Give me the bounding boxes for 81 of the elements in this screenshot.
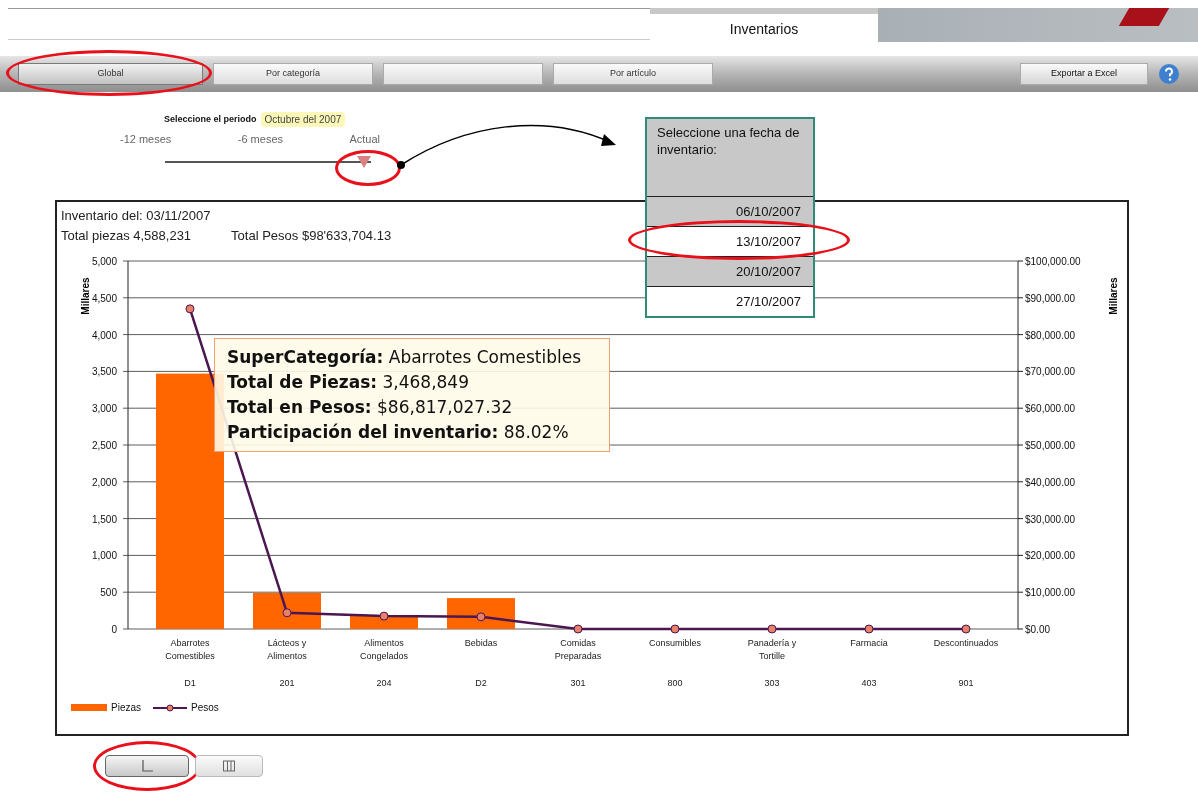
date-option[interactable]: 06/10/2007	[647, 196, 813, 226]
toolbar-tab[interactable]: Global	[18, 63, 203, 85]
category-label: Comidas Preparadas	[554, 638, 602, 661]
help-icon[interactable]	[1158, 63, 1180, 85]
tooltip-line: Total en Pesos: $86,817,027.32	[227, 396, 514, 419]
axis-tick-label: $100,000.00	[1025, 256, 1081, 267]
category-label: Alimentos Congelados	[360, 638, 408, 661]
point	[961, 624, 971, 634]
axis-tick-label: 500	[100, 587, 117, 599]
legend-swatch	[71, 704, 107, 711]
axis-tick-label: 3,000	[91, 403, 117, 415]
period-tick-label: Actual	[349, 132, 380, 147]
category-label: Bebidas	[464, 638, 498, 648]
axis-tick-label: 2,000	[91, 476, 117, 488]
category-code: 301	[570, 678, 586, 688]
category-label: Farmacia	[850, 638, 888, 648]
inventory-date: Inventario del: 03/11/2007	[61, 207, 211, 225]
tooltip-line: Participación del inventario: 88.02%	[227, 421, 570, 444]
point	[282, 608, 292, 618]
toolbar-tab[interactable]: Por categoría	[213, 63, 373, 85]
axis-tick-label: 1,500	[91, 513, 117, 525]
date-picker-title: Seleccione una fecha de inventario:	[647, 119, 813, 196]
point	[379, 611, 389, 621]
tooltip-line: Total de Piezas: 3,468,849	[227, 371, 470, 394]
slider-thumb[interactable]	[357, 155, 371, 168]
legend-label: Piezas	[111, 701, 141, 715]
axis-tick-label: $30,000.00	[1025, 513, 1076, 525]
axis-tick-label: 0	[111, 624, 117, 635]
category-label: Lácteos y Alimentos	[267, 638, 307, 661]
bar	[447, 598, 515, 629]
category-label: Panadería y Tortille	[747, 638, 797, 661]
view-toggle-button[interactable]	[105, 755, 189, 777]
axis-tick-label: $90,000.00	[1025, 292, 1076, 304]
category-code: 201	[279, 678, 295, 688]
axis-tick-label: $10,000.00	[1025, 587, 1076, 599]
view-toggle-button[interactable]	[195, 755, 263, 777]
category-label: Consumibles	[649, 638, 701, 648]
axis-tick-label: $60,000.00	[1025, 403, 1076, 415]
legend-line-icon	[153, 702, 187, 713]
axis-title: Millares	[1108, 277, 1119, 315]
axis-tick-label: 4,500	[91, 292, 117, 304]
point	[767, 624, 777, 634]
period-tick-label: -6 meses	[237, 132, 283, 147]
axis-tick-label: $80,000.00	[1025, 329, 1076, 341]
point	[670, 624, 680, 634]
axis-tick-label: $50,000.00	[1025, 440, 1076, 451]
axis-tick-label: 1,000	[91, 550, 117, 562]
axis-tick-label: $20,000.00	[1025, 550, 1076, 562]
axis-tick-label: $70,000.00	[1025, 366, 1076, 378]
category-label: Abarrotes Comestibles	[165, 638, 215, 661]
category-code: D1	[184, 678, 196, 688]
period-label: Seleccione el periodo	[164, 112, 257, 126]
point	[185, 304, 195, 314]
category-label: Descontinuados	[933, 638, 999, 648]
category-code: 403	[861, 678, 877, 688]
axis-tick-label: 5,000	[91, 256, 117, 267]
toolbar-tab[interactable]: Por artículo	[553, 63, 713, 85]
category-code: 901	[958, 678, 974, 688]
axes-icon	[140, 759, 154, 773]
axis-tick-label: 3,500	[91, 366, 117, 378]
total-pesos: Total Pesos $98'633,704.13	[231, 227, 392, 245]
point	[864, 624, 874, 634]
export-button[interactable]: Exportar a Excel	[1020, 63, 1148, 85]
category-code: 800	[667, 678, 683, 688]
axis-tick-label: 2,500	[91, 440, 117, 451]
date-option[interactable]: 20/10/2007	[647, 256, 813, 286]
axis-tick-label: $0.00	[1025, 624, 1051, 635]
tooltip-line: SuperCategoría: Abarrotes Comestibles	[227, 346, 583, 369]
point	[476, 612, 486, 622]
category-code: 204	[376, 678, 392, 688]
category-code: 303	[764, 678, 780, 688]
axis-title: Millares	[80, 277, 91, 315]
period-tick-label: -12 meses	[120, 132, 172, 147]
period-tooltip: Octubre del 2007	[260, 112, 346, 127]
point	[573, 624, 583, 634]
total-pieces: Total piezas 4,588,231	[61, 227, 192, 245]
axis-tick-label: $40,000.00	[1025, 476, 1076, 488]
columns-icon	[222, 759, 236, 773]
category-code: D2	[475, 678, 487, 688]
axis-tick-label: 4,000	[91, 329, 117, 341]
legend-label: Pesos	[191, 701, 219, 715]
